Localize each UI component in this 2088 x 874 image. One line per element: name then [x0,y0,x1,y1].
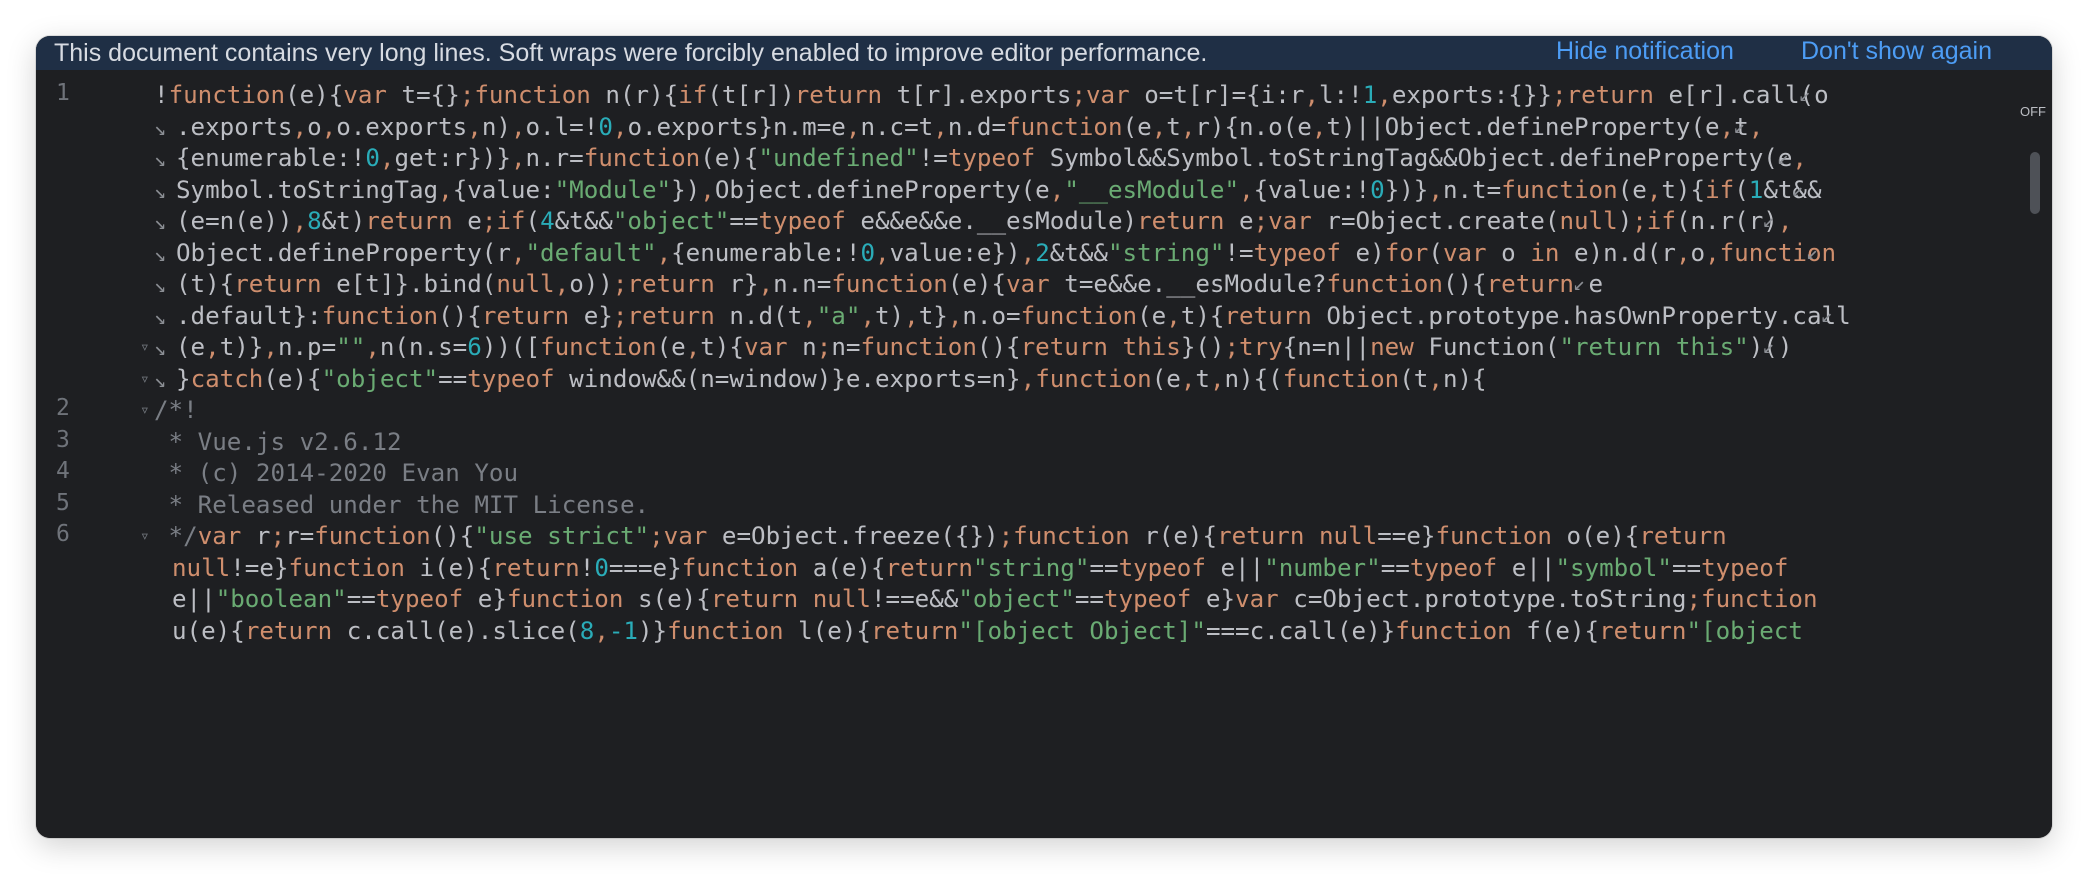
code-token: return [1599,616,1687,645]
soft-wrap-end-icon: ↙ [1820,302,1833,327]
line-number-gutter: 1 ▿ ▿ 2 ▿ 3 4 5 6 ▿ [36,70,150,838]
line-number: 3 [56,426,70,453]
code-token: u(e){ [172,616,245,645]
code-token: typeof [467,364,555,393]
code-editor[interactable]: 1 ▿ ▿ 2 ▿ 3 4 5 6 ▿ !function(e){var t={};functio… [36,70,2052,838]
soft-wrap-off-label: OFF [2020,104,2046,119]
line-number: 6 [56,521,70,547]
code-token: , [1209,364,1225,393]
code-token: -1 [608,616,638,645]
soft-wrap-end-icon: ↙ [1798,82,1811,106]
code-token: (e){ [263,364,322,393]
code-token: function [1395,616,1512,645]
code-token: function [1282,364,1400,393]
soft-wrap-end-icon: ↙ [1733,113,1746,138]
fold-marker-icon[interactable]: ▿ [140,528,154,544]
line-number: 4 [56,458,70,484]
code-token: l(e){ [783,616,871,645]
dont-show-again-link[interactable]: Don't show again [1801,38,1992,65]
soft-wrap-end-icon: ↙ [1762,334,1775,358]
fold-marker-icon[interactable]: ▿ [140,339,154,355]
line-number: 1 [56,80,70,106]
code-token: (e [1151,364,1181,393]
code-token: "return this" [1559,333,1749,361]
line-number: 2 [56,395,70,421]
code-token: "[object [1686,616,1804,645]
editor-window: This document contains very long lines. … [36,36,2052,838]
code-token: == [438,364,468,393]
code-token: , [1675,238,1691,267]
soft-wrap-end-icon: ↙ [1791,176,1804,201]
code-line[interactable]: u(e){return c.call(e).slice(8,-1)}functi… [172,610,1803,652]
code-token: ===c.call(e)} [1205,616,1396,645]
code-token: , [1428,364,1443,393]
code-token: t [1195,364,1210,393]
code-token: return [244,616,333,645]
code-token: function [667,616,784,645]
soft-wrap-end-icon: ↙ [1806,239,1819,264]
code-token: function [1719,238,1837,267]
code-token: n){ [1442,364,1487,393]
code-token: f(e){ [1511,616,1600,645]
code-token: "[object Object]" [958,616,1206,645]
hide-notification-link[interactable]: Hide notification [1556,38,1734,65]
code-token: , [1180,364,1196,393]
code-token: n){( [1224,364,1283,393]
code-line[interactable]: ↘}catch(e){"object"==typeof window&&(n=w… [154,358,1487,400]
code-token: window&&(n=window)}e.exports=n} [554,364,1021,393]
soft-wrap-end-icon: ↙ [1762,208,1775,232]
code-token: (t [1399,364,1429,393]
code-token: return [871,616,959,645]
code-token: , [1705,238,1720,267]
code-token: function [1035,364,1152,393]
soft-wrap-end-icon: ↙ [1776,145,1790,169]
vertical-scrollbar[interactable] [2030,152,2040,214]
fold-marker-icon[interactable]: ▿ [140,402,154,418]
code-token: )} [638,616,668,645]
code-token: , [1020,364,1036,393]
soft-wrap-end-icon: ↙ [1573,271,1586,295]
fold-marker-icon[interactable]: ▿ [140,370,154,386]
line-number: 5 [56,489,70,516]
notification-bar: This document contains very long lines. … [36,36,2052,70]
notification-message: This document contains very long lines. … [54,39,1208,67]
code-token: o [1690,238,1706,267]
code-token: catch [190,364,264,393]
code-token: , [594,616,609,645]
code-token: c.call(e).slice( [332,616,580,645]
code-token: "object" [321,364,439,393]
code-token: 8 [579,616,595,645]
